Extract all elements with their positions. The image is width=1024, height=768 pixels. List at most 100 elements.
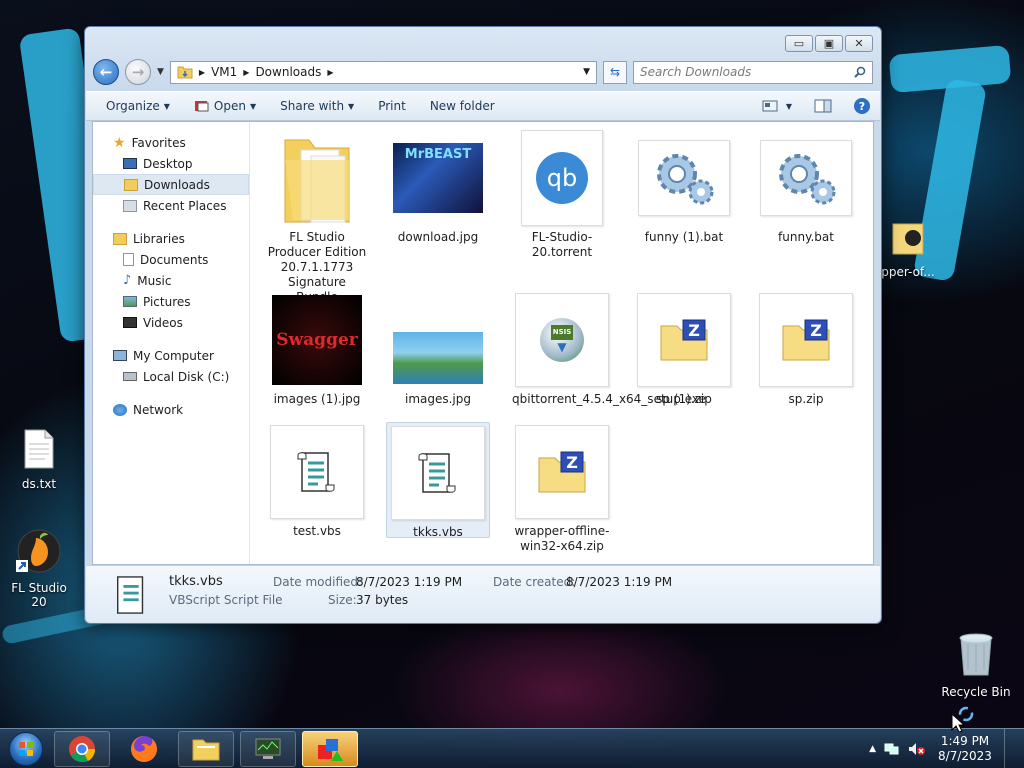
size-value: 37 bytes [356,593,409,607]
desktop-icon-wrapper[interactable]: pper-of... [876,218,940,279]
view-menu-chevron-icon[interactable]: ▼ [786,102,792,111]
file-item[interactable]: funny (1).bat [634,130,734,245]
print-button[interactable]: Print [368,96,416,116]
nav-downloads[interactable]: Downloads [93,174,249,195]
gears-icon [638,140,730,216]
taskbar-system-app[interactable] [240,730,296,767]
network-status-icon[interactable] [884,742,900,756]
nav-pictures[interactable]: Pictures [93,291,249,312]
zip-icon: Z [637,293,731,387]
file-item[interactable]: NSIS ▼ qbittorrent_4.5.4_x64_setup.exe [512,292,706,407]
text-file-icon [24,429,54,469]
file-item[interactable]: test.vbs [267,424,367,539]
taskbar-firefox[interactable] [116,731,172,767]
explorer-window: ▭ ▣ ✕ ← → ▼ ▶ VM1 ▶ Downloads ▶ ▼ ⇆ Sear… [84,26,882,624]
svg-text:Z: Z [688,321,700,340]
file-item[interactable]: Swagger images (1).jpg [267,292,367,407]
new-folder-button[interactable]: New folder [420,96,505,116]
breadcrumb-downloads[interactable]: Downloads [255,65,321,79]
address-bar[interactable]: ▶ VM1 ▶ Downloads ▶ ▼ [169,60,597,84]
nav-music[interactable]: ♪ Music [93,270,249,291]
hard-drive-icon [123,372,137,381]
preview-pane-icon[interactable] [814,99,832,113]
show-hidden-icons-icon[interactable]: ▲ [869,744,876,754]
recycle-bin-icon [959,633,993,676]
shapes-app-icon [318,738,343,761]
breadcrumb-separator-icon: ▶ [327,67,334,77]
clock[interactable]: 1:49 PM 8/7/2023 [934,734,996,764]
windows-logo-icon [19,741,33,756]
file-item[interactable]: images.jpg [388,292,488,407]
breadcrumb-vm1[interactable]: VM1 [211,65,237,79]
nav-documents[interactable]: Documents [93,249,249,270]
start-button[interactable] [4,729,48,768]
chevron-down-icon: ▼ [249,101,257,111]
desktop-icon-ds-txt[interactable]: ds.txt [3,428,75,491]
nav-network[interactable]: Network [93,399,249,420]
network-icon [113,403,127,416]
file-item[interactable]: Z wrapper-offline-win32-x64.zip [512,424,612,554]
file-item[interactable]: FL Studio Producer Edition 20.7.1.1773 S… [267,130,367,305]
nav-label: Pictures [143,294,191,309]
script-icon [117,576,144,614]
nav-libraries[interactable]: Libraries [93,228,249,249]
nav-favorites[interactable]: ★ Favorites [93,132,249,153]
gears-icon [760,140,852,216]
desktop-icon-fl-studio[interactable]: FL Studio 20 [3,528,75,609]
help-icon[interactable]: ? [854,98,870,114]
file-item[interactable]: Z sp.zip [756,292,856,407]
minimize-button[interactable]: ▭ [785,35,813,52]
nav-videos[interactable]: Videos [93,312,249,333]
address-dropdown-icon[interactable]: ▼ [583,67,590,77]
file-explorer-icon [192,739,220,760]
open-script-icon [194,101,209,112]
file-item[interactable]: MrBEAST download.jpg [388,130,488,245]
desktop-icon-recycle-bin[interactable]: Recycle Bin [938,632,1014,699]
search-input[interactable]: Search Downloads [633,60,873,84]
file-item-selected[interactable]: tkks.vbs [386,422,490,539]
taskbar-file-explorer[interactable] [178,730,234,767]
taskbar-active-app[interactable] [302,730,358,767]
music-icon: ♪ [123,273,132,288]
zip-icon: Z [515,425,609,519]
forward-button[interactable]: → [125,59,151,85]
nav-local-disk[interactable]: Local Disk (C:) [93,366,249,387]
downloads-folder-icon [124,178,138,191]
open-button[interactable]: Open ▼ [184,96,266,116]
refresh-button[interactable]: ⇆ [603,60,627,84]
file-name: wrapper-offline-win32-x64.zip [514,524,610,553]
nav-label: My Computer [133,348,214,363]
image-icon: Swagger [272,295,362,385]
file-item[interactable]: Z sp (1).zip [634,292,734,407]
file-name: qbittorrent_4.5.4_x64_setup.exe [512,392,706,406]
organize-button[interactable]: Organize ▼ [96,96,180,116]
show-desktop-button[interactable] [1004,728,1016,768]
file-item[interactable]: funny.bat [756,130,856,245]
videos-icon [123,317,137,328]
file-name: images.jpg [404,392,471,406]
file-name: funny.bat [778,230,834,244]
taskbar-chrome[interactable] [54,730,110,767]
arrow-right-icon: → [131,63,145,81]
search-placeholder: Search Downloads [640,65,752,79]
nav-label: Network [133,402,184,417]
nav-recent-places[interactable]: Recent Places [93,195,249,216]
mouse-cursor-icon [951,706,974,732]
nav-desktop[interactable]: Desktop [93,153,249,174]
nav-my-computer[interactable]: My Computer [93,345,249,366]
recent-pages-chevron-icon[interactable]: ▼ [157,67,164,77]
refresh-icon: ⇆ [609,65,621,79]
nav-label: Desktop [143,156,193,171]
qbittorrent-icon: qb [521,130,603,226]
star-icon: ★ [113,134,126,151]
back-button[interactable]: ← [93,59,119,85]
file-item[interactable]: qb FL-Studio-20.torrent [512,130,612,260]
volume-muted-icon[interactable] [908,742,926,756]
firefox-icon [131,735,157,762]
change-view-icon[interactable] [762,99,780,113]
close-button[interactable]: ✕ [845,35,873,52]
chevron-down-icon: ▼ [163,101,170,111]
share-with-button[interactable]: Share with ▼ [270,96,364,116]
date-created-label: Date created: [493,575,576,589]
maximize-button[interactable]: ▣ [815,35,843,52]
